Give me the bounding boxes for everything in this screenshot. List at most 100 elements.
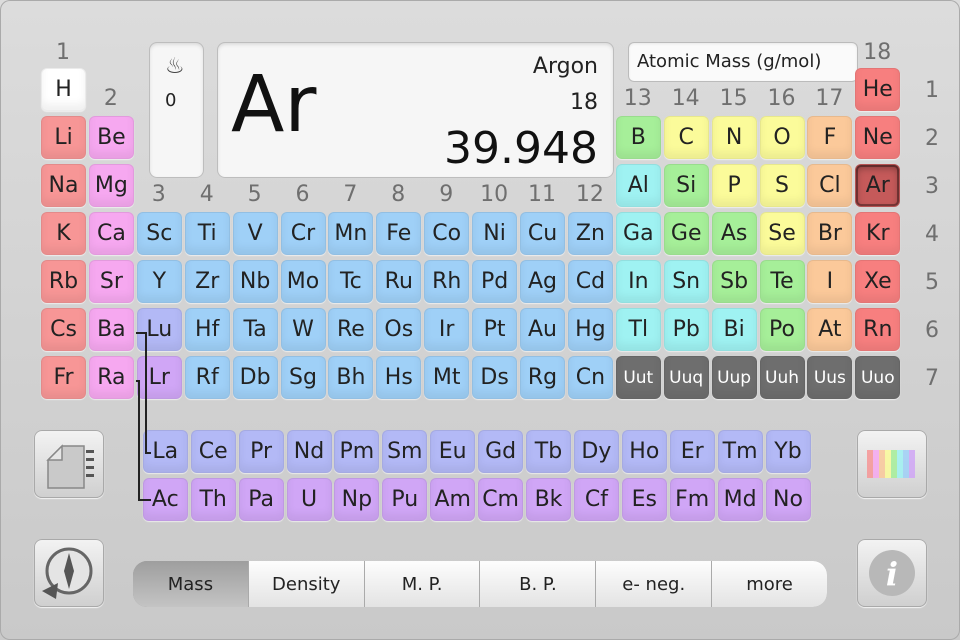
element-cell-be[interactable]: Be [88, 116, 134, 159]
element-cell-te[interactable]: Te [759, 260, 805, 303]
element-cell-sg[interactable]: Sg [280, 356, 326, 399]
element-cell-pa[interactable]: Pa [238, 478, 284, 521]
element-cell-es[interactable]: Es [621, 478, 667, 521]
element-cell-bi[interactable]: Bi [711, 308, 757, 351]
element-cell-cd[interactable]: Cd [567, 260, 613, 303]
element-cell-pm[interactable]: Pm [334, 430, 380, 473]
element-cell-y[interactable]: Y [136, 260, 182, 303]
element-cell-zn[interactable]: Zn [567, 212, 613, 255]
element-cell-bk[interactable]: Bk [526, 478, 571, 521]
element-cell-p[interactable]: P [711, 164, 757, 207]
element-cell-br[interactable]: Br [807, 212, 853, 255]
element-cell-nb[interactable]: Nb [232, 260, 278, 303]
notes-button[interactable] [34, 430, 104, 498]
element-cell-cn[interactable]: Cn [567, 356, 613, 399]
element-cell-kr[interactable]: Kr [855, 212, 901, 255]
element-cell-in[interactable]: In [615, 260, 661, 303]
element-cell-cf[interactable]: Cf [573, 478, 619, 521]
tab-mass[interactable]: Mass [133, 561, 249, 607]
element-cell-at[interactable]: At [807, 308, 853, 351]
element-cell-f[interactable]: F [807, 116, 853, 159]
element-cell-ge[interactable]: Ge [663, 212, 709, 255]
element-cell-b[interactable]: B [615, 116, 661, 159]
element-cell-cr[interactable]: Cr [280, 212, 326, 255]
element-cell-yb[interactable]: Yb [765, 430, 811, 473]
element-cell-tm[interactable]: Tm [717, 430, 763, 473]
element-cell-tc[interactable]: Tc [328, 260, 374, 303]
element-cell-sm[interactable]: Sm [382, 430, 428, 473]
element-cell-uup[interactable]: Uup [711, 356, 757, 399]
element-cell-pu[interactable]: Pu [382, 478, 428, 521]
element-cell-uus[interactable]: Uus [807, 356, 853, 399]
element-cell-c[interactable]: C [663, 116, 709, 159]
element-cell-cu[interactable]: Cu [520, 212, 565, 255]
element-cell-ce[interactable]: Ce [190, 430, 236, 473]
element-cell-tb[interactable]: Tb [526, 430, 571, 473]
element-cell-ne[interactable]: Ne [855, 116, 901, 159]
element-cell-sc[interactable]: Sc [136, 212, 182, 255]
element-cell-s[interactable]: S [759, 164, 805, 207]
element-cell-cm[interactable]: Cm [478, 478, 524, 521]
element-cell-os[interactable]: Os [376, 308, 422, 351]
element-cell-li[interactable]: Li [41, 116, 86, 159]
element-cell-u[interactable]: U [286, 478, 332, 521]
element-cell-mn[interactable]: Mn [328, 212, 374, 255]
element-cell-fr[interactable]: Fr [41, 356, 86, 399]
reset-button[interactable] [34, 539, 104, 607]
element-cell-pb[interactable]: Pb [663, 308, 709, 351]
tab-b-p[interactable]: B. P. [480, 561, 597, 607]
element-cell-cs[interactable]: Cs [41, 308, 86, 351]
element-cell-gd[interactable]: Gd [478, 430, 524, 473]
element-cell-sb[interactable]: Sb [711, 260, 757, 303]
info-button[interactable]: i [857, 539, 927, 607]
element-cell-uut[interactable]: Uut [615, 356, 661, 399]
element-cell-o[interactable]: O [759, 116, 805, 159]
element-cell-al[interactable]: Al [615, 164, 661, 207]
element-cell-ru[interactable]: Ru [376, 260, 422, 303]
element-cell-na[interactable]: Na [41, 164, 86, 207]
tab-density[interactable]: Density [248, 561, 365, 607]
element-cell-ho[interactable]: Ho [621, 430, 667, 473]
element-cell-th[interactable]: Th [190, 478, 236, 521]
element-cell-ar[interactable]: Ar [855, 164, 901, 207]
element-cell-np[interactable]: Np [334, 478, 380, 521]
element-cell-w[interactable]: W [280, 308, 326, 351]
element-cell-eu[interactable]: Eu [430, 430, 476, 473]
element-cell-dy[interactable]: Dy [573, 430, 619, 473]
element-cell-v[interactable]: V [232, 212, 278, 255]
element-cell-bh[interactable]: Bh [328, 356, 374, 399]
element-cell-ds[interactable]: Ds [472, 356, 518, 399]
element-cell-ag[interactable]: Ag [520, 260, 565, 303]
element-cell-am[interactable]: Am [430, 478, 476, 521]
element-cell-pt[interactable]: Pt [472, 308, 518, 351]
element-cell-mg[interactable]: Mg [88, 164, 134, 207]
element-cell-no[interactable]: No [765, 478, 811, 521]
element-cell-rg[interactable]: Rg [520, 356, 565, 399]
element-cell-cl[interactable]: Cl [807, 164, 853, 207]
element-cell-nd[interactable]: Nd [286, 430, 332, 473]
element-cell-he[interactable]: He [855, 68, 901, 111]
element-cell-hf[interactable]: Hf [184, 308, 230, 351]
element-cell-er[interactable]: Er [669, 430, 715, 473]
property-label[interactable]: Atomic Mass (g/mol) [628, 42, 858, 82]
element-cell-i[interactable]: I [807, 260, 853, 303]
element-cell-tl[interactable]: Tl [615, 308, 661, 351]
element-cell-hg[interactable]: Hg [567, 308, 613, 351]
element-cell-ir[interactable]: Ir [424, 308, 470, 351]
element-cell-hs[interactable]: Hs [376, 356, 422, 399]
element-cell-ti[interactable]: Ti [184, 212, 230, 255]
element-cell-sr[interactable]: Sr [88, 260, 134, 303]
element-cell-ni[interactable]: Ni [472, 212, 518, 255]
element-cell-pr[interactable]: Pr [238, 430, 284, 473]
element-cell-si[interactable]: Si [663, 164, 709, 207]
element-cell-xe[interactable]: Xe [855, 260, 901, 303]
element-cell-fm[interactable]: Fm [669, 478, 715, 521]
element-cell-fe[interactable]: Fe [376, 212, 422, 255]
element-cell-po[interactable]: Po [759, 308, 805, 351]
tab-e-neg[interactable]: e- neg. [596, 561, 713, 607]
element-cell-sn[interactable]: Sn [663, 260, 709, 303]
element-cell-mo[interactable]: Mo [280, 260, 326, 303]
color-key-button[interactable] [857, 430, 927, 498]
element-cell-re[interactable]: Re [328, 308, 374, 351]
element-cell-rh[interactable]: Rh [424, 260, 470, 303]
